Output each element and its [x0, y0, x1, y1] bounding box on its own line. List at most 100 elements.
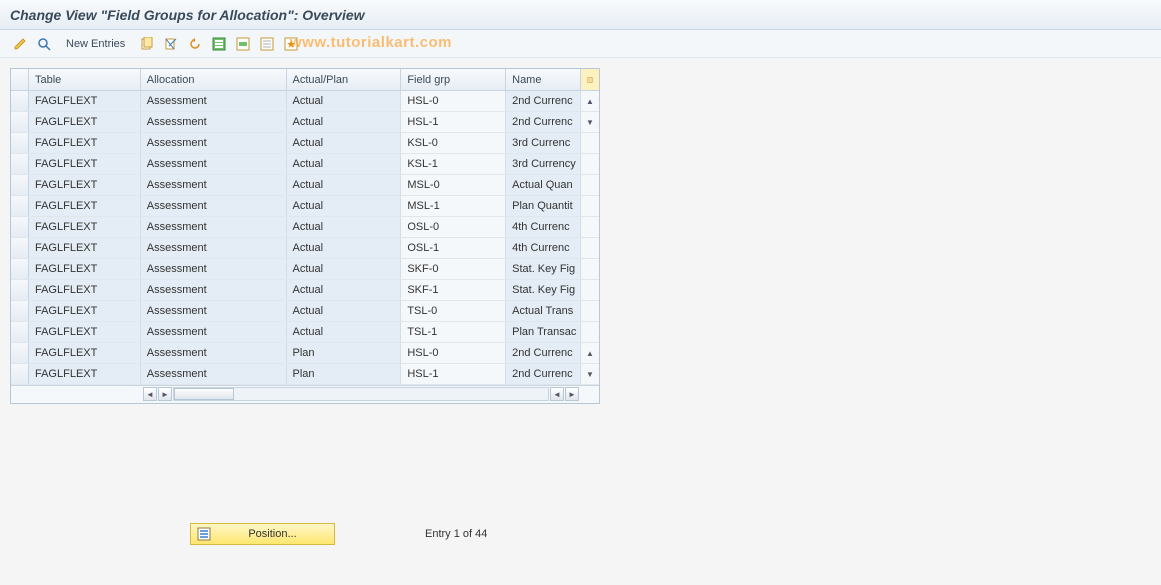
cell-actual-plan[interactable]: Actual: [287, 133, 402, 153]
cell-name[interactable]: 2nd Currenc: [506, 343, 581, 363]
cell-table[interactable]: FAGLFLEXT: [29, 133, 141, 153]
cell-allocation[interactable]: Assessment: [141, 238, 287, 258]
cell-field-grp[interactable]: TSL-0: [401, 301, 506, 321]
scroll-right-step-icon[interactable]: ►: [158, 387, 172, 401]
cell-field-grp[interactable]: HSL-0: [401, 343, 506, 363]
select-block-icon[interactable]: [233, 34, 253, 54]
vscroll-cell[interactable]: ▼: [581, 364, 599, 384]
cell-field-grp[interactable]: HSL-1: [401, 364, 506, 384]
copy-as-icon[interactable]: [137, 34, 157, 54]
cell-table[interactable]: FAGLFLEXT: [29, 259, 141, 279]
vscroll-cell[interactable]: [581, 133, 599, 153]
cell-actual-plan[interactable]: Actual: [287, 259, 402, 279]
vscroll-cell[interactable]: [581, 238, 599, 258]
configure-columns-icon[interactable]: [581, 69, 599, 90]
cell-field-grp[interactable]: MSL-0: [401, 175, 506, 195]
cell-allocation[interactable]: Assessment: [141, 343, 287, 363]
cell-field-grp[interactable]: TSL-1: [401, 322, 506, 342]
cell-actual-plan[interactable]: Actual: [287, 154, 402, 174]
vscroll-cell[interactable]: [581, 175, 599, 195]
cell-table[interactable]: FAGLFLEXT: [29, 238, 141, 258]
vscroll-cell[interactable]: [581, 280, 599, 300]
table-settings-icon[interactable]: [281, 34, 301, 54]
cell-name[interactable]: 2nd Currenc: [506, 112, 581, 132]
cell-actual-plan[interactable]: Actual: [287, 301, 402, 321]
details-icon[interactable]: [34, 34, 54, 54]
cell-name[interactable]: 4th Currenc: [506, 238, 581, 258]
column-table[interactable]: Table: [29, 69, 141, 90]
cell-allocation[interactable]: Assessment: [141, 364, 287, 384]
vscroll-cell[interactable]: [581, 259, 599, 279]
cell-field-grp[interactable]: KSL-1: [401, 154, 506, 174]
new-entries-button[interactable]: New Entries: [58, 34, 133, 54]
column-name[interactable]: Name: [506, 69, 581, 90]
column-field-grp[interactable]: Field grp: [401, 69, 506, 90]
cell-table[interactable]: FAGLFLEXT: [29, 91, 141, 111]
row-selector[interactable]: [11, 175, 29, 195]
cell-actual-plan[interactable]: Actual: [287, 91, 402, 111]
cell-allocation[interactable]: Assessment: [141, 301, 287, 321]
cell-name[interactable]: Stat. Key Fig: [506, 280, 581, 300]
column-row-selector[interactable]: [11, 69, 29, 90]
cell-allocation[interactable]: Assessment: [141, 91, 287, 111]
cell-allocation[interactable]: Assessment: [141, 259, 287, 279]
cell-allocation[interactable]: Assessment: [141, 217, 287, 237]
deselect-all-icon[interactable]: [257, 34, 277, 54]
cell-name[interactable]: Plan Transac: [506, 322, 581, 342]
row-selector[interactable]: [11, 322, 29, 342]
cell-table[interactable]: FAGLFLEXT: [29, 343, 141, 363]
cell-field-grp[interactable]: SKF-1: [401, 280, 506, 300]
delete-icon[interactable]: [161, 34, 181, 54]
cell-table[interactable]: FAGLFLEXT: [29, 322, 141, 342]
column-allocation[interactable]: Allocation: [141, 69, 287, 90]
cell-field-grp[interactable]: HSL-1: [401, 112, 506, 132]
cell-actual-plan[interactable]: Actual: [287, 175, 402, 195]
cell-table[interactable]: FAGLFLEXT: [29, 217, 141, 237]
cell-actual-plan[interactable]: Actual: [287, 322, 402, 342]
scroll-track[interactable]: [173, 387, 549, 401]
cell-field-grp[interactable]: KSL-0: [401, 133, 506, 153]
position-button[interactable]: Position...: [190, 523, 335, 545]
row-selector[interactable]: [11, 238, 29, 258]
vscroll-cell[interactable]: [581, 154, 599, 174]
cell-table[interactable]: FAGLFLEXT: [29, 364, 141, 384]
select-all-icon[interactable]: [209, 34, 229, 54]
cell-name[interactable]: 2nd Currenc: [506, 364, 581, 384]
scroll-right-icon[interactable]: ►: [565, 387, 579, 401]
cell-name[interactable]: Actual Trans: [506, 301, 581, 321]
row-selector[interactable]: [11, 364, 29, 384]
row-selector[interactable]: [11, 154, 29, 174]
cell-allocation[interactable]: Assessment: [141, 196, 287, 216]
cell-table[interactable]: FAGLFLEXT: [29, 175, 141, 195]
cell-actual-plan[interactable]: Actual: [287, 112, 402, 132]
vscroll-cell[interactable]: ▲: [581, 343, 599, 363]
toggle-display-change-icon[interactable]: [10, 34, 30, 54]
row-selector[interactable]: [11, 259, 29, 279]
cell-actual-plan[interactable]: Actual: [287, 196, 402, 216]
cell-allocation[interactable]: Assessment: [141, 154, 287, 174]
row-selector[interactable]: [11, 91, 29, 111]
column-actual-plan[interactable]: Actual/Plan: [287, 69, 402, 90]
cell-table[interactable]: FAGLFLEXT: [29, 301, 141, 321]
cell-allocation[interactable]: Assessment: [141, 322, 287, 342]
cell-table[interactable]: FAGLFLEXT: [29, 112, 141, 132]
cell-field-grp[interactable]: HSL-0: [401, 91, 506, 111]
scroll-left-end-icon[interactable]: ◄: [550, 387, 564, 401]
cell-field-grp[interactable]: OSL-0: [401, 217, 506, 237]
cell-name[interactable]: Stat. Key Fig: [506, 259, 581, 279]
cell-field-grp[interactable]: SKF-0: [401, 259, 506, 279]
vscroll-cell[interactable]: [581, 196, 599, 216]
vscroll-cell[interactable]: ▼: [581, 112, 599, 132]
cell-allocation[interactable]: Assessment: [141, 175, 287, 195]
row-selector[interactable]: [11, 112, 29, 132]
cell-name[interactable]: 3rd Currenc: [506, 133, 581, 153]
cell-name[interactable]: Actual Quan: [506, 175, 581, 195]
scroll-thumb[interactable]: [174, 388, 234, 400]
cell-actual-plan[interactable]: Actual: [287, 217, 402, 237]
cell-actual-plan[interactable]: Actual: [287, 238, 402, 258]
cell-field-grp[interactable]: MSL-1: [401, 196, 506, 216]
cell-name[interactable]: 2nd Currenc: [506, 91, 581, 111]
cell-table[interactable]: FAGLFLEXT: [29, 196, 141, 216]
cell-name[interactable]: 4th Currenc: [506, 217, 581, 237]
vscroll-cell[interactable]: [581, 322, 599, 342]
